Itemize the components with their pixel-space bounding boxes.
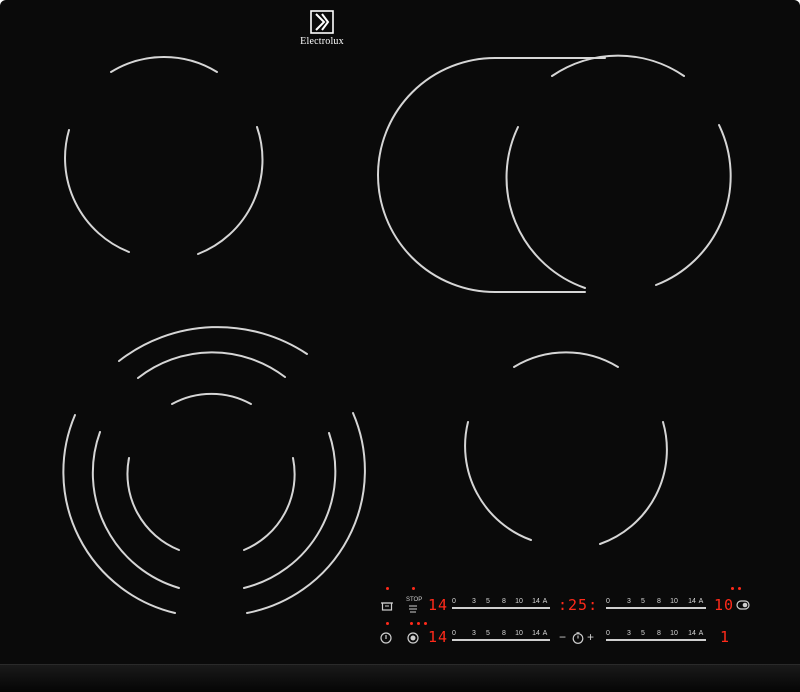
left-front-power-slider[interactable]: 0 3 5 8 10 14 A	[452, 630, 550, 644]
front-left-zone[interactable]	[62, 326, 366, 614]
bridge-indicator	[410, 622, 413, 625]
slider-tick: 5	[641, 598, 645, 605]
slider-tick: 0	[606, 630, 610, 637]
keep-warm-indicator	[386, 587, 389, 590]
timer-icon[interactable]	[572, 632, 584, 644]
slider-tick: 8	[502, 598, 506, 605]
slider-tick: 14	[532, 630, 540, 637]
slider-track	[606, 639, 706, 641]
right-zone-indicator	[738, 587, 741, 590]
rear-right-zone[interactable]	[377, 54, 732, 293]
slider-track	[452, 607, 550, 609]
slider-tick: 3	[627, 598, 631, 605]
slider-tick: A	[542, 598, 548, 605]
front-right-zone[interactable]	[464, 351, 668, 545]
slider-tick: 3	[472, 598, 476, 605]
slider-tick: 14	[688, 630, 696, 637]
slider-tick: A	[698, 598, 704, 605]
right-zone-indicator	[731, 587, 734, 590]
slider-tick: 10	[515, 598, 523, 605]
slider-tick: 10	[515, 630, 523, 637]
slider-tick: 8	[657, 630, 661, 637]
power-icon[interactable]	[380, 632, 392, 644]
right-power-level-display: 10	[714, 596, 735, 614]
stop-icon[interactable]	[408, 604, 418, 614]
bridge-icon[interactable]	[407, 632, 419, 644]
slider-tick: 0	[452, 630, 456, 637]
slider-tick: A	[542, 630, 548, 637]
slider-tick: 8	[657, 598, 661, 605]
slider-tick: 5	[641, 630, 645, 637]
slider-tick: 14	[532, 598, 540, 605]
slider-tick: 3	[627, 630, 631, 637]
left-rear-power-slider[interactable]: 0 3 5 8 10 14 A	[452, 598, 550, 612]
slider-tick: 0	[452, 598, 456, 605]
slider-tick: 10	[670, 598, 678, 605]
right-front-power-level-display: 1	[720, 628, 731, 646]
slider-tick: 8	[502, 630, 506, 637]
right-rear-power-slider[interactable]: 0 3 5 8 10 14 A	[606, 598, 706, 612]
timer-plus-button[interactable]: +	[587, 631, 594, 643]
slider-tick: 0	[606, 598, 610, 605]
timer-display: :25:	[558, 596, 599, 614]
pot-icon[interactable]	[381, 600, 393, 612]
slider-track	[606, 607, 706, 609]
left-power-level-display: 14	[428, 596, 449, 614]
lock-indicator	[386, 622, 389, 625]
bridge-indicator	[424, 622, 427, 625]
timer-minus-button[interactable]: −	[559, 631, 566, 643]
slider-tick: 5	[486, 630, 490, 637]
slider-tick: 14	[688, 598, 696, 605]
rear-left-zone[interactable]	[64, 55, 264, 255]
slider-tick: A	[698, 630, 704, 637]
stop-label: STOP	[406, 597, 423, 603]
extend-zone-icon[interactable]	[736, 600, 750, 610]
touch-control-panel: STOP 14 0 3 5 8 10 14 A :25: 0 3 5 8 10 …	[370, 582, 760, 652]
bridge-indicator	[417, 622, 420, 625]
slider-track	[452, 639, 550, 641]
slider-tick: 5	[486, 598, 490, 605]
stop-indicator	[412, 587, 415, 590]
slider-tick: 3	[472, 630, 476, 637]
slider-tick: 10	[670, 630, 678, 637]
right-front-power-slider[interactable]: 0 3 5 8 10 14 A	[606, 630, 706, 644]
left-front-power-level-display: 14	[428, 628, 449, 646]
